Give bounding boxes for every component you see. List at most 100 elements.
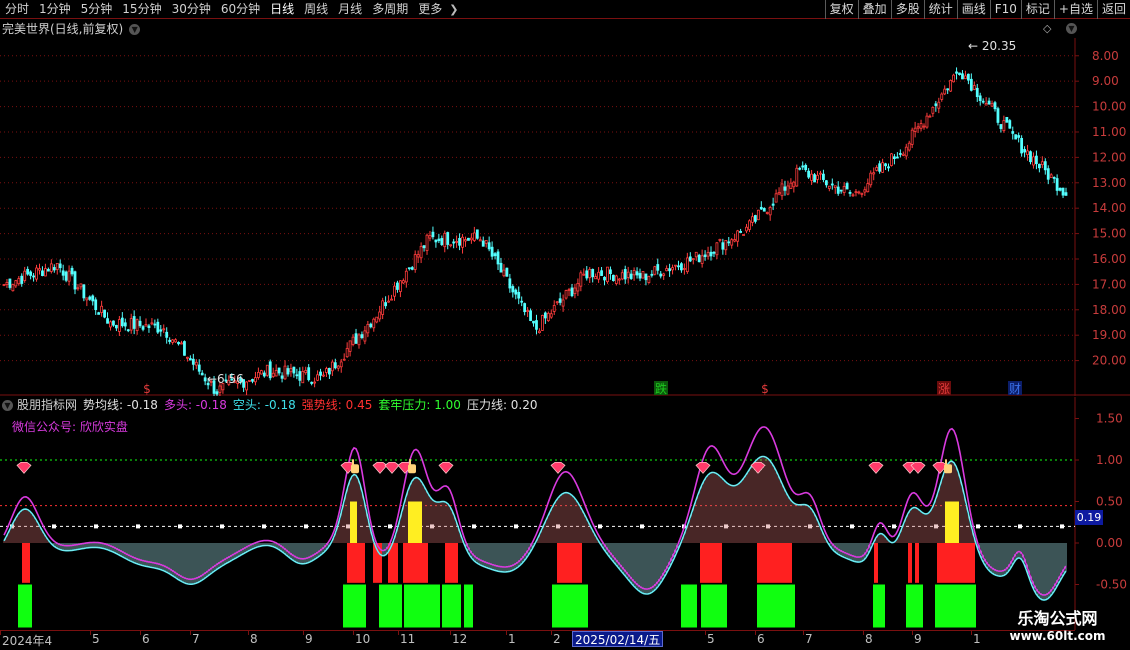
- ind-y-label: 1.50: [1096, 412, 1123, 426]
- timeframe-tabs: 分时 1分钟 5分钟 15分钟 30分钟 60分钟 日线 周线 月线 多周期 更多: [0, 0, 447, 19]
- x-tick: [506, 631, 507, 635]
- timeframe-tab[interactable]: 多周期: [367, 0, 413, 19]
- timeframe-tab[interactable]: 60分钟: [216, 0, 265, 19]
- candle-body: [1049, 174, 1053, 178]
- candle-body: [194, 361, 198, 366]
- candle-body: [1011, 131, 1015, 134]
- candle-body: [215, 391, 219, 395]
- candle-body: [712, 251, 716, 254]
- candle-body: [1029, 151, 1032, 163]
- candle-body: [567, 289, 571, 291]
- toolbar-button[interactable]: 标记: [1020, 0, 1054, 19]
- press-dot: [136, 524, 140, 529]
- candle-body: [540, 314, 544, 331]
- candle-body: [328, 367, 331, 375]
- press-dot: [262, 524, 266, 529]
- timeframe-tab[interactable]: 15分钟: [117, 0, 166, 19]
- timeframe-tab[interactable]: 分时: [0, 0, 34, 19]
- timeframe-tab[interactable]: 周线: [299, 0, 333, 19]
- candle-body: [150, 322, 154, 325]
- event-mark: 跌: [655, 381, 667, 396]
- candle-body: [132, 316, 136, 329]
- candle-body: [271, 372, 275, 377]
- candle-body: [106, 318, 109, 324]
- candle-body: [76, 287, 80, 290]
- candle-body: [496, 251, 500, 265]
- timeframe-tab[interactable]: 月线: [333, 0, 367, 19]
- candle-body: [919, 123, 923, 129]
- chevron-right-icon[interactable]: ❯: [449, 3, 458, 16]
- pressure-block: [757, 584, 795, 628]
- candle-body: [703, 254, 707, 258]
- toolbar-button[interactable]: 多股: [890, 0, 924, 19]
- candle-body: [186, 356, 189, 359]
- candle-body: [277, 367, 281, 374]
- candle-body: [378, 311, 382, 320]
- candle-body: [200, 372, 204, 376]
- timeframe-tab[interactable]: 1分钟: [34, 0, 76, 19]
- hand-icon: [408, 459, 416, 474]
- candle-body: [786, 185, 790, 195]
- candle-body: [177, 342, 180, 345]
- x-tick: [353, 631, 354, 635]
- toolbar-button[interactable]: 复权: [824, 0, 858, 19]
- timeframe-tab[interactable]: 30分钟: [167, 0, 216, 19]
- candle-body: [384, 302, 388, 307]
- candle-body: [467, 237, 470, 241]
- candle-body: [1043, 161, 1047, 171]
- candle-body: [656, 264, 660, 271]
- candle-body: [396, 282, 399, 290]
- candle-body: [576, 282, 580, 292]
- strong-block: [22, 543, 30, 583]
- timeframe-tab[interactable]: 5分钟: [76, 0, 118, 19]
- x-tick-label: 12: [452, 632, 468, 646]
- candle-body: [11, 284, 15, 292]
- x-tick: [90, 631, 91, 635]
- x-tick: [803, 631, 804, 635]
- candle-body: [120, 317, 124, 327]
- y-tick-label: 12.00: [1092, 150, 1126, 164]
- toolbar-button[interactable]: F10: [989, 0, 1021, 19]
- candle-body: [922, 125, 926, 128]
- candle-body: [875, 167, 879, 171]
- chevron-down-icon[interactable]: ▼: [129, 23, 141, 35]
- candle-body: [289, 368, 293, 373]
- diamond-icon[interactable]: ◇: [1043, 22, 1051, 35]
- candle-body: [996, 108, 1000, 123]
- candle-body: [257, 372, 260, 378]
- candle-body: [115, 324, 118, 329]
- candle-body: [913, 127, 917, 132]
- x-tick-label: 1: [508, 632, 516, 646]
- toolbar-button[interactable]: +自选: [1053, 0, 1097, 19]
- gem-shape: [372, 461, 388, 474]
- x-tick: [398, 631, 399, 635]
- candle-body: [188, 358, 192, 361]
- candle-body: [82, 284, 86, 299]
- candle-body: [159, 329, 163, 332]
- indicator-chart[interactable]: 1.50 1.00 0.50 0.00 -0.50: [0, 397, 1130, 630]
- candle-body: [866, 183, 870, 193]
- toolbar-button[interactable]: 统计: [923, 0, 957, 19]
- candle-body: [478, 239, 482, 242]
- candlestick-chart[interactable]: 20.00 19.00 18.00 17.00 16.00 15.00 14.00 13.00…: [0, 38, 1130, 396]
- candle-body: [682, 268, 686, 270]
- strong-block: [937, 543, 975, 583]
- candle-body: [546, 312, 550, 322]
- toolbar-button[interactable]: 画线: [956, 0, 990, 19]
- toolbar-button[interactable]: 叠加: [857, 0, 891, 19]
- y-tick-label: 8.00: [1092, 49, 1119, 63]
- candle-body: [804, 164, 808, 171]
- candle-body: [112, 320, 115, 326]
- indicator-menu-icon[interactable]: ▼: [2, 400, 13, 411]
- timeframe-tab[interactable]: 更多: [413, 0, 447, 19]
- settings-circle-icon[interactable]: ▼: [1066, 23, 1077, 34]
- timeframe-tab[interactable]: 日线: [265, 0, 299, 19]
- toolbar-button[interactable]: 返回: [1096, 0, 1130, 19]
- candle-body: [535, 320, 538, 330]
- event-mark: $: [761, 382, 769, 396]
- press-dot: [52, 524, 56, 529]
- short-line: [3, 455, 1067, 601]
- press-dot: [892, 524, 896, 529]
- candle-body: [668, 268, 671, 272]
- x-tick-label: 6: [757, 632, 765, 646]
